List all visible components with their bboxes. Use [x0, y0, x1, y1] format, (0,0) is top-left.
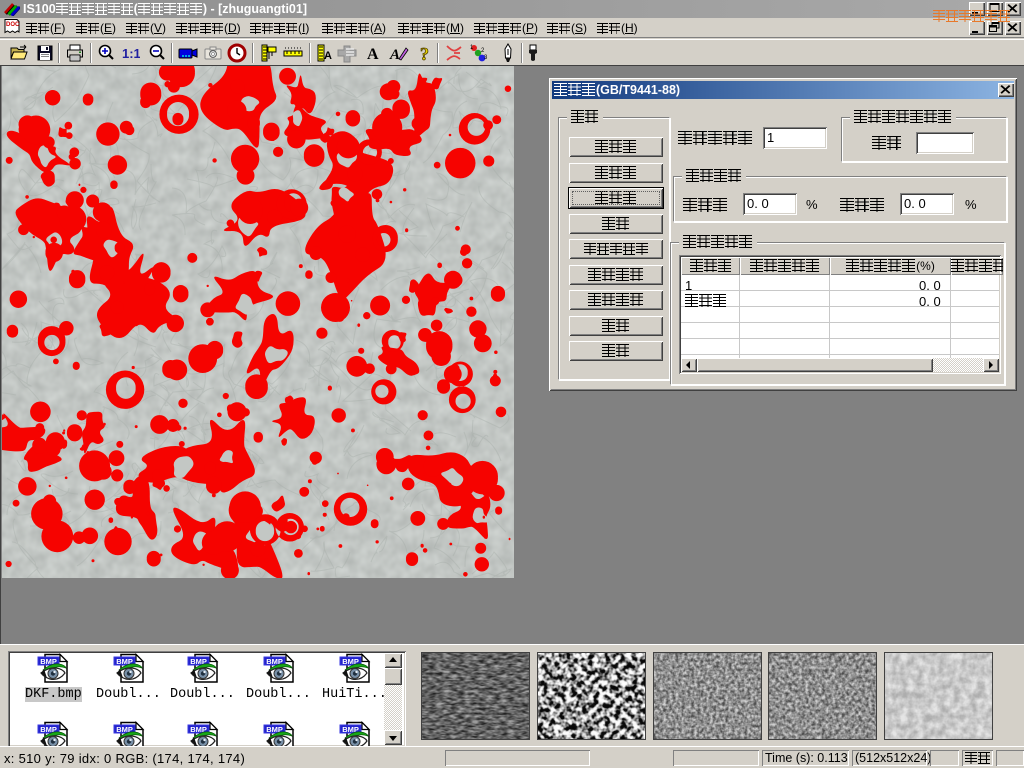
svg-text:1:1: 1:1 — [122, 46, 140, 61]
svg-text:A: A — [367, 46, 379, 63]
svg-text:2: 2 — [481, 48, 485, 54]
svg-text:3: 3 — [484, 55, 488, 61]
svg-text:A: A — [389, 47, 400, 63]
svg-text:?: ? — [420, 44, 429, 63]
svg-text:DOC: DOC — [6, 22, 20, 28]
svg-text:A: A — [324, 50, 332, 62]
